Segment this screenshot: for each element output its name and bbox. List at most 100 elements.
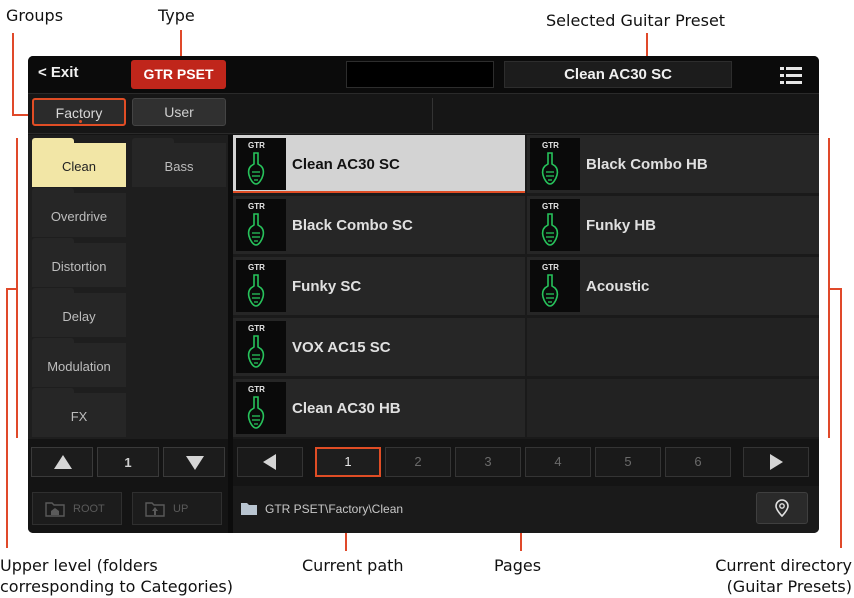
- preset-item[interactable]: GTR Clean AC30 HB: [233, 379, 525, 437]
- annotation-selected-preset: Selected Guitar Preset: [546, 11, 726, 30]
- page-button-3[interactable]: 3: [455, 447, 521, 477]
- leader-right-v: [840, 288, 842, 548]
- preset-item[interactable]: GTR Funky SC: [233, 257, 525, 315]
- guitar-preset-icon-box: GTR: [236, 321, 286, 373]
- scroll-up-button[interactable]: [31, 447, 93, 477]
- prev-page-button[interactable]: [237, 447, 303, 477]
- guitar-icon: [247, 396, 265, 429]
- preset-item[interactable]: GTR Acoustic: [527, 257, 819, 315]
- location-pin-icon: [775, 499, 789, 517]
- scroll-down-button[interactable]: [163, 447, 225, 477]
- annotation-groups: Groups: [6, 6, 64, 25]
- top-bar: < Exit GTR PSET Clean AC30 SC: [28, 56, 819, 94]
- page-button-6[interactable]: 6: [665, 447, 731, 477]
- annotation-type: Type: [158, 6, 195, 25]
- type-tag: GTR: [248, 385, 265, 394]
- group-user-button[interactable]: User: [132, 98, 226, 126]
- preset-name: VOX AC15 SC: [292, 339, 391, 356]
- guitar-icon: [247, 213, 265, 246]
- group-factory-label: Factory: [55, 105, 103, 121]
- divider: [432, 98, 433, 130]
- current-path: GTR PSET\Factory\Clean: [265, 502, 404, 516]
- folder-fx[interactable]: FX: [32, 388, 126, 437]
- type-tag: GTR: [542, 141, 559, 150]
- arrow-right-icon: [770, 454, 783, 470]
- empty-preset-slot: [527, 379, 819, 437]
- root-button[interactable]: ROOT: [32, 492, 122, 525]
- selection-underline: [233, 191, 525, 193]
- type-tag: GTR: [248, 202, 265, 211]
- folder-bass[interactable]: Bass: [132, 138, 226, 187]
- preset-item[interactable]: GTR Black Combo HB: [527, 135, 819, 193]
- next-page-button[interactable]: [743, 447, 809, 477]
- folder-distortion[interactable]: Distortion: [32, 238, 126, 287]
- arrow-down-icon: [186, 456, 204, 470]
- exit-button[interactable]: < Exit: [38, 64, 78, 81]
- arrow-up-icon: [54, 455, 72, 469]
- root-label: ROOT: [73, 503, 105, 515]
- folder-modulation[interactable]: Modulation: [32, 338, 126, 387]
- empty-preset-slot: [527, 318, 819, 376]
- guitar-preset-icon-box: GTR: [530, 199, 580, 251]
- up-button[interactable]: UP: [132, 492, 222, 525]
- leader-upper-bracket: [16, 138, 18, 438]
- up-folder-icon: [145, 502, 165, 517]
- annotation-current-directory-line2: (Guitar Presets): [726, 577, 852, 596]
- annotation-pages: Pages: [494, 556, 542, 575]
- preset-name: Funky HB: [586, 217, 657, 234]
- preset-item[interactable]: GTR Funky HB: [527, 196, 819, 254]
- leader-right-h: [830, 288, 842, 290]
- guitar-icon: [247, 335, 265, 368]
- type-tag: GTR: [542, 263, 559, 272]
- preset-item[interactable]: GTR Clean AC30 SC: [233, 135, 525, 193]
- folder-page-number: 1: [97, 447, 159, 477]
- folder-clean[interactable]: Clean: [32, 138, 126, 187]
- type-tag: GTR: [542, 202, 559, 211]
- directory-nav: ROOT UP: [28, 486, 228, 533]
- page-button-2[interactable]: 2: [385, 447, 451, 477]
- preset-name: Black Combo HB: [586, 156, 708, 173]
- group-factory-button[interactable]: Factory: [32, 98, 126, 126]
- folder-overdrive[interactable]: Overdrive: [32, 188, 126, 237]
- annotation-current-path: Current path: [302, 556, 404, 575]
- folder-delay[interactable]: Delay: [32, 288, 126, 337]
- annotation-upper-level-line2: corresponding to Categories): [0, 577, 233, 596]
- page-button-1[interactable]: 1: [315, 447, 381, 477]
- locate-button[interactable]: [756, 492, 808, 524]
- guitar-icon: [541, 213, 559, 246]
- arrow-left-icon: [263, 454, 276, 470]
- group-row: Factory User: [28, 94, 819, 134]
- page-button-4[interactable]: 4: [525, 447, 591, 477]
- preset-name: Funky SC: [292, 278, 362, 295]
- guitar-preset-icon-box: GTR: [236, 138, 286, 190]
- hamburger-menu-icon[interactable]: [780, 67, 802, 84]
- empty-display-field: [346, 61, 494, 88]
- pages-row: 1 2 3 4 5 6: [233, 439, 819, 486]
- preset-item[interactable]: GTR VOX AC15 SC: [233, 318, 525, 376]
- leader-groups-h: [12, 33, 14, 115]
- guitar-preset-icon-box: GTR: [236, 260, 286, 312]
- preset-name: Clean AC30 SC: [292, 156, 400, 173]
- leader-upper-left-v: [6, 288, 8, 548]
- folder-pager: 1: [28, 439, 228, 486]
- folder-panel: Clean Bass Overdrive Distortion Delay Mo…: [28, 135, 228, 439]
- annotation-current-directory-line1: Current directory: [715, 556, 852, 575]
- home-folder-icon: [45, 502, 65, 517]
- preset-name: Clean AC30 HB: [292, 400, 401, 417]
- guitar-icon: [541, 274, 559, 307]
- preset-item[interactable]: GTR Black Combo SC: [233, 196, 525, 254]
- guitar-icon: [247, 152, 265, 185]
- preset-grid: GTR Clean AC30 SC GTR Black Combo HB GTR…: [233, 135, 819, 439]
- type-selector[interactable]: GTR PSET: [131, 60, 226, 89]
- guitar-icon: [541, 152, 559, 185]
- up-label: UP: [173, 503, 189, 515]
- type-tag: GTR: [248, 141, 265, 150]
- preset-name: Black Combo SC: [292, 217, 413, 234]
- selection-dot: [79, 120, 82, 123]
- type-tag: GTR: [248, 263, 265, 272]
- type-tag: GTR: [248, 324, 265, 333]
- selected-preset-display: Clean AC30 SC: [504, 61, 732, 88]
- guitar-preset-icon-box: GTR: [530, 138, 580, 190]
- guitar-preset-icon-box: GTR: [530, 260, 580, 312]
- page-button-5[interactable]: 5: [595, 447, 661, 477]
